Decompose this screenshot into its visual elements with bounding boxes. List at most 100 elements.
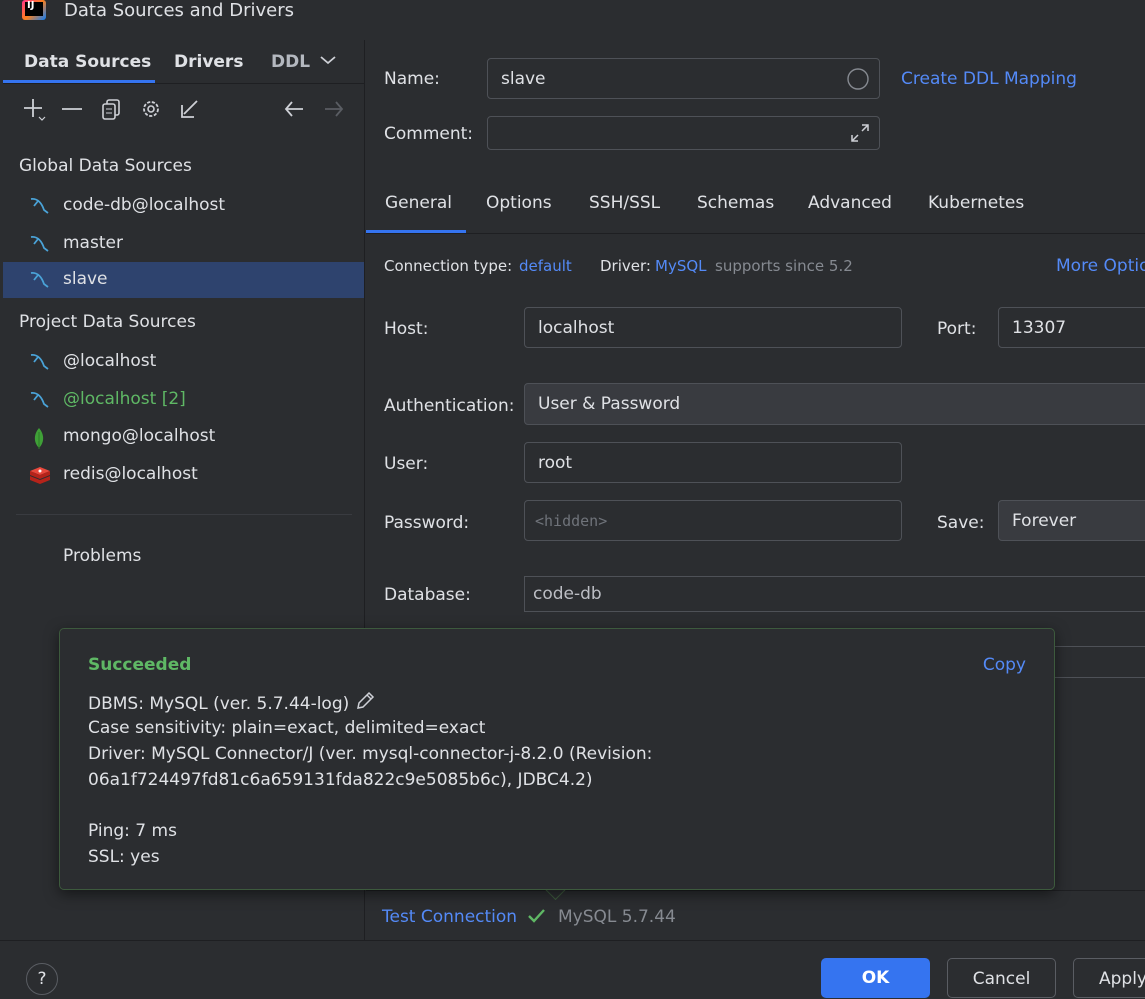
create-ddl-mapping-link[interactable]: Create DDL Mapping bbox=[901, 69, 1077, 89]
divider bbox=[0, 940, 1145, 941]
mysql-dolphin-icon bbox=[28, 352, 50, 372]
host-value: localhost bbox=[538, 317, 615, 338]
more-options-link[interactable]: More Optio bbox=[1056, 256, 1145, 276]
password-placeholder: <hidden> bbox=[535, 511, 608, 530]
authentication-label: Authentication: bbox=[384, 396, 515, 416]
chevron-down-icon[interactable] bbox=[318, 50, 338, 70]
problems-item[interactable]: Problems bbox=[63, 546, 141, 566]
divider bbox=[366, 233, 1145, 234]
tree-item-label: slave bbox=[63, 269, 108, 289]
remove-icon[interactable] bbox=[60, 97, 84, 121]
driver-note: supports since 5.2 bbox=[715, 257, 853, 275]
user-label: User: bbox=[384, 454, 429, 474]
popup-line-dbms: DBMS: MySQL (ver. 5.7.44-log) bbox=[88, 691, 375, 716]
tree-item-master[interactable]: master bbox=[3, 226, 364, 262]
host-field[interactable]: localhost bbox=[524, 307, 902, 348]
tab-data-sources[interactable]: Data Sources bbox=[24, 52, 151, 72]
database-field[interactable]: code-db bbox=[524, 576, 1145, 612]
test-connection-result: MySQL 5.7.44 bbox=[558, 907, 676, 927]
authentication-value: User & Password bbox=[538, 394, 681, 414]
cancel-button[interactable]: Cancel bbox=[947, 958, 1056, 998]
expand-icon[interactable] bbox=[849, 122, 871, 144]
edit-pencil-icon[interactable] bbox=[355, 691, 375, 716]
tab-ssh-ssl[interactable]: SSH/SSL bbox=[589, 193, 660, 213]
tree-item-label: @localhost bbox=[63, 351, 157, 371]
password-field[interactable]: <hidden> bbox=[524, 500, 902, 541]
status-succeeded: Succeeded bbox=[88, 655, 192, 675]
database-value: code-db bbox=[533, 584, 602, 604]
checkmark-icon bbox=[527, 906, 547, 926]
save-value: Forever bbox=[1012, 510, 1077, 531]
popup-line-case-sensitivity: Case sensitivity: plain=exact, delimited… bbox=[88, 718, 486, 738]
tab-schemas[interactable]: Schemas bbox=[697, 193, 774, 213]
port-label: Port: bbox=[937, 319, 977, 339]
tab-ddl[interactable]: DDL bbox=[271, 52, 310, 72]
tab-drivers[interactable]: Drivers bbox=[174, 52, 243, 72]
authentication-dropdown[interactable]: User & Password bbox=[524, 383, 1145, 425]
tab-kubernetes[interactable]: Kubernetes bbox=[928, 193, 1024, 213]
global-data-sources-header: Global Data Sources bbox=[19, 156, 192, 176]
ok-button[interactable]: OK bbox=[821, 958, 930, 998]
save-dropdown[interactable]: Forever bbox=[998, 500, 1145, 541]
tree-item-mongo[interactable]: mongo@localhost bbox=[3, 419, 364, 455]
connection-result-popup: Succeeded Copy DBMS: MySQL (ver. 5.7.44-… bbox=[59, 628, 1055, 890]
tree-item-code-db[interactable]: code-db@localhost bbox=[3, 188, 364, 224]
tree-item-label: code-db@localhost bbox=[63, 195, 226, 215]
save-label: Save: bbox=[937, 513, 985, 533]
tree-item-label: mongo@localhost bbox=[63, 426, 216, 446]
tab-advanced[interactable]: Advanced bbox=[808, 193, 892, 213]
test-connection-link[interactable]: Test Connection bbox=[382, 907, 517, 927]
divider bbox=[16, 514, 352, 515]
port-value: 13307 bbox=[1012, 317, 1067, 338]
apply-button[interactable]: Apply bbox=[1073, 958, 1145, 998]
tree-item-localhost-2[interactable]: @localhost [2] bbox=[3, 382, 364, 418]
user-field[interactable]: root bbox=[524, 442, 902, 483]
mysql-dolphin-icon bbox=[28, 270, 50, 290]
back-arrow-icon[interactable] bbox=[282, 97, 306, 121]
mongodb-leaf-icon bbox=[28, 427, 50, 449]
host-label: Host: bbox=[384, 319, 429, 339]
divider bbox=[366, 890, 1145, 891]
forward-arrow-icon[interactable] bbox=[322, 97, 346, 121]
popup-line-driver: Driver: MySQL Connector/J (ver. mysql-co… bbox=[88, 744, 653, 764]
popup-line-ssl: SSL: yes bbox=[88, 847, 160, 867]
name-value: slave bbox=[501, 68, 546, 89]
name-label: Name: bbox=[384, 69, 440, 89]
password-label: Password: bbox=[384, 513, 470, 533]
tab-general[interactable]: General bbox=[385, 193, 452, 213]
tree-item-localhost[interactable]: @localhost bbox=[3, 344, 364, 380]
color-circle-icon[interactable] bbox=[847, 68, 869, 90]
connection-type-label: Connection type: bbox=[384, 257, 513, 275]
popup-line-driver-revision: 06a1f724497fd81c6a659131fda822c9e5085b6c… bbox=[88, 770, 593, 790]
mysql-dolphin-icon bbox=[28, 196, 50, 216]
dbms-text: DBMS: MySQL (ver. 5.7.44-log) bbox=[88, 694, 350, 714]
duplicate-icon[interactable] bbox=[100, 97, 124, 121]
settings-gear-icon[interactable] bbox=[139, 97, 163, 121]
copy-link[interactable]: Copy bbox=[983, 655, 1026, 675]
comment-field[interactable] bbox=[487, 116, 880, 150]
user-value: root bbox=[538, 452, 573, 473]
driver-label: Driver: bbox=[600, 257, 651, 275]
import-icon[interactable] bbox=[178, 97, 202, 121]
help-button[interactable]: ? bbox=[26, 963, 58, 995]
divider bbox=[3, 83, 364, 84]
intellij-logo-icon bbox=[22, 0, 46, 20]
driver-dropdown[interactable]: MySQL bbox=[655, 257, 707, 275]
popup-line-ping: Ping: 7 ms bbox=[88, 821, 177, 841]
tab-options[interactable]: Options bbox=[486, 193, 552, 213]
database-label: Database: bbox=[384, 585, 471, 605]
port-field[interactable]: 13307 bbox=[998, 307, 1145, 348]
tree-item-label: master bbox=[63, 233, 123, 253]
window-title: Data Sources and Drivers bbox=[64, 0, 294, 21]
mysql-dolphin-icon bbox=[28, 390, 50, 410]
tree-item-slave[interactable]: slave bbox=[3, 262, 364, 298]
name-field[interactable]: slave bbox=[487, 58, 880, 99]
mysql-dolphin-icon bbox=[28, 234, 50, 254]
tree-item-redis[interactable]: redis@localhost bbox=[3, 457, 364, 493]
tree-item-label: redis@localhost bbox=[63, 464, 198, 484]
project-data-sources-header: Project Data Sources bbox=[19, 312, 196, 332]
redis-cube-icon bbox=[28, 465, 50, 485]
connection-type-dropdown[interactable]: default bbox=[519, 257, 572, 275]
comment-label: Comment: bbox=[384, 124, 474, 144]
add-icon[interactable] bbox=[22, 97, 46, 121]
